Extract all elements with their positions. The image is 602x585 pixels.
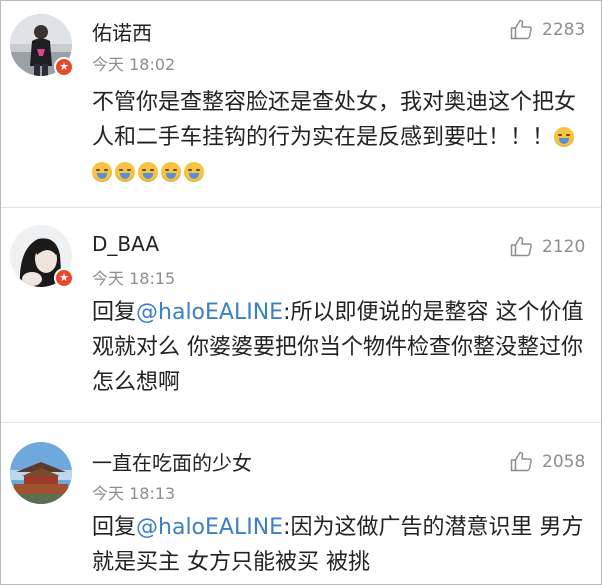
verified-star-badge: ★ xyxy=(54,57,74,77)
thumbs-up-icon xyxy=(510,236,532,257)
like-button[interactable]: 2058 xyxy=(510,451,585,472)
thumbs-up-icon xyxy=(510,19,532,40)
comment-text: 回复@haloEALINE:因为这做广告的潜意识里 男方就是买主 女方只能被买 … xyxy=(92,510,592,580)
username[interactable]: 佑诺西 xyxy=(92,17,152,46)
like-button[interactable]: 2283 xyxy=(510,19,585,40)
vomit-emoji-icon xyxy=(554,127,575,147)
like-count: 2058 xyxy=(542,451,586,472)
vomit-emoji-icon xyxy=(115,162,135,182)
comment-text: 回复@haloEALINE:所以即便说的是整容 这个价值观就对么 你婆婆要把你当… xyxy=(92,295,592,400)
timestamp: 今天 18:15 xyxy=(92,269,176,288)
like-count: 2283 xyxy=(542,19,586,40)
comment-list: ★ 佑诺西 今天 18:02 2283 不管你是查整容脸还是查处女，我对奥迪这个… xyxy=(0,0,602,585)
mention-link[interactable]: @haloEALINE xyxy=(136,300,283,325)
comment-text: 不管你是查整容脸还是查处女，我对奥迪这个把女人和二手车挂钩的行为实在是反感到要吐… xyxy=(92,85,592,190)
timestamp: 今天 18:13 xyxy=(92,484,176,503)
comment-item: 一直在吃面的少女 今天 18:13 2058 回复@haloEALINE:因为这… xyxy=(1,423,601,584)
reply-prefix: 回复 xyxy=(92,300,137,325)
thumbs-up-icon xyxy=(510,451,532,472)
palace-photo-avatar[interactable] xyxy=(10,442,72,504)
username[interactable]: D_BAA xyxy=(92,232,159,256)
reply-prefix: 回复 xyxy=(92,515,137,540)
like-count: 2120 xyxy=(542,236,586,257)
mention-link[interactable]: @haloEALINE xyxy=(136,515,283,540)
like-button[interactable]: 2120 xyxy=(510,236,585,257)
comment-item: ★ 佑诺西 今天 18:02 2283 不管你是查整容脸还是查处女，我对奥迪这个… xyxy=(1,1,601,206)
timestamp: 今天 18:02 xyxy=(92,55,176,74)
username[interactable]: 一直在吃面的少女 xyxy=(92,447,252,476)
comment-item: ★ D_BAA 今天 18:15 2120 回复@haloEALINE:所以即便… xyxy=(1,208,601,422)
vomit-emoji-icon xyxy=(184,162,204,182)
vomit-emoji-icon xyxy=(92,162,112,182)
vomit-emoji-icon xyxy=(138,162,158,182)
comment-content: 不管你是查整容脸还是查处女，我对奥迪这个把女人和二手车挂钩的行为实在是反感到要吐… xyxy=(92,90,577,150)
vomit-emoji-icon xyxy=(161,162,181,182)
verified-star-badge: ★ xyxy=(54,268,74,288)
